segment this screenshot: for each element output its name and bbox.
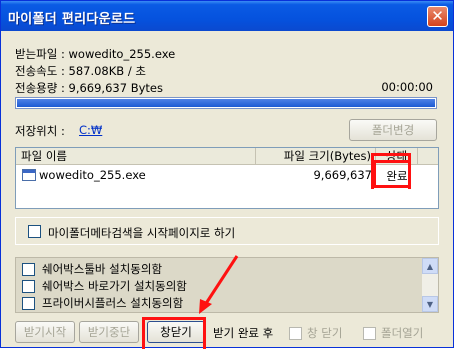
meta-search-label: 마이폴더메타검색을 시작페이지로 하기 — [48, 226, 236, 240]
open-folder-label: 폴더열기 — [381, 326, 424, 340]
file-size: 9,669,637 — [313, 168, 372, 182]
title-bar[interactable]: 마이폴더 편리다운로드 ✕ — [1, 1, 453, 31]
close-window-button[interactable]: ✕ — [427, 6, 448, 27]
download-progress-bar — [15, 97, 437, 109]
status-cell-highlight — [373, 160, 411, 188]
meta-search-checkbox[interactable] — [28, 225, 41, 238]
window-title: 마이폴더 편리다운로드 — [8, 12, 136, 27]
file-name: wowedito_255.exe — [39, 168, 146, 182]
stop-download-button[interactable]: 받기중단 — [79, 321, 139, 343]
column-header-size[interactable]: 파일 크기(Bytes) — [256, 148, 376, 165]
offer-checkbox[interactable] — [22, 263, 35, 276]
close-icon: ✕ — [431, 7, 444, 25]
transfer-speed-text: 전송속도 : 587.08KB / 초 — [15, 64, 146, 78]
close-after-label: 창 닫기 — [307, 326, 343, 340]
open-folder-option[interactable]: 폴더열기 — [363, 325, 423, 341]
file-icon — [22, 169, 36, 181]
column-header-name[interactable]: 파일 이름 — [16, 148, 256, 165]
close-button-highlight — [142, 317, 206, 349]
offer-checkbox[interactable] — [22, 280, 35, 293]
close-after-checkbox[interactable] — [289, 327, 302, 340]
after-complete-label: 받기 완료 후 — [213, 326, 274, 340]
elapsed-time: 00:00:00 — [381, 80, 433, 94]
download-window: 마이폴더 편리다운로드 ✕ 받는파일 : wowedito_255.exe 전송… — [0, 0, 454, 349]
open-folder-checkbox[interactable] — [363, 327, 376, 340]
progress-fill — [17, 99, 435, 107]
save-location-link[interactable]: C:₩ — [79, 123, 102, 137]
offer-label: 쉐어박스툴바 설치동의함 — [42, 262, 163, 276]
offer-item[interactable]: 프라이버시플러스 설치동의함 — [22, 295, 183, 311]
install-offers-list: 쉐어박스툴바 설치동의함 쉐어박스 바로가기 설치동의함 프라이버시플러스 설치… — [15, 257, 439, 313]
offers-scrollbar[interactable]: ▲ ▼ — [422, 258, 438, 312]
offer-item[interactable]: 쉐어박스툴바 설치동의함 — [22, 261, 162, 277]
scroll-down-button[interactable]: ▼ — [422, 296, 438, 312]
offer-label: 쉐어박스 바로가기 설치동의함 — [42, 279, 187, 293]
offer-checkbox[interactable] — [22, 297, 35, 310]
meta-search-option[interactable]: 마이폴더메타검색을 시작페이지로 하기 — [15, 217, 439, 245]
change-folder-button[interactable]: 폴더변경 — [349, 119, 437, 141]
transfer-amount-text: 전송용량 : 9,669,637 Bytes — [15, 81, 163, 95]
offer-item[interactable]: 쉐어박스 바로가기 설치동의함 — [22, 278, 187, 294]
save-location-label: 저장위치 : — [15, 124, 65, 138]
chevron-down-icon: ▼ — [426, 299, 434, 309]
chevron-up-icon: ▲ — [426, 261, 434, 271]
offer-label: 프라이버시플러스 설치동의함 — [42, 296, 184, 310]
scroll-up-button[interactable]: ▲ — [422, 258, 438, 274]
close-after-option[interactable]: 창 닫기 — [289, 325, 342, 341]
start-download-button[interactable]: 받기시작 — [15, 321, 75, 343]
received-file-text: 받는파일 : wowedito_255.exe — [15, 47, 176, 61]
